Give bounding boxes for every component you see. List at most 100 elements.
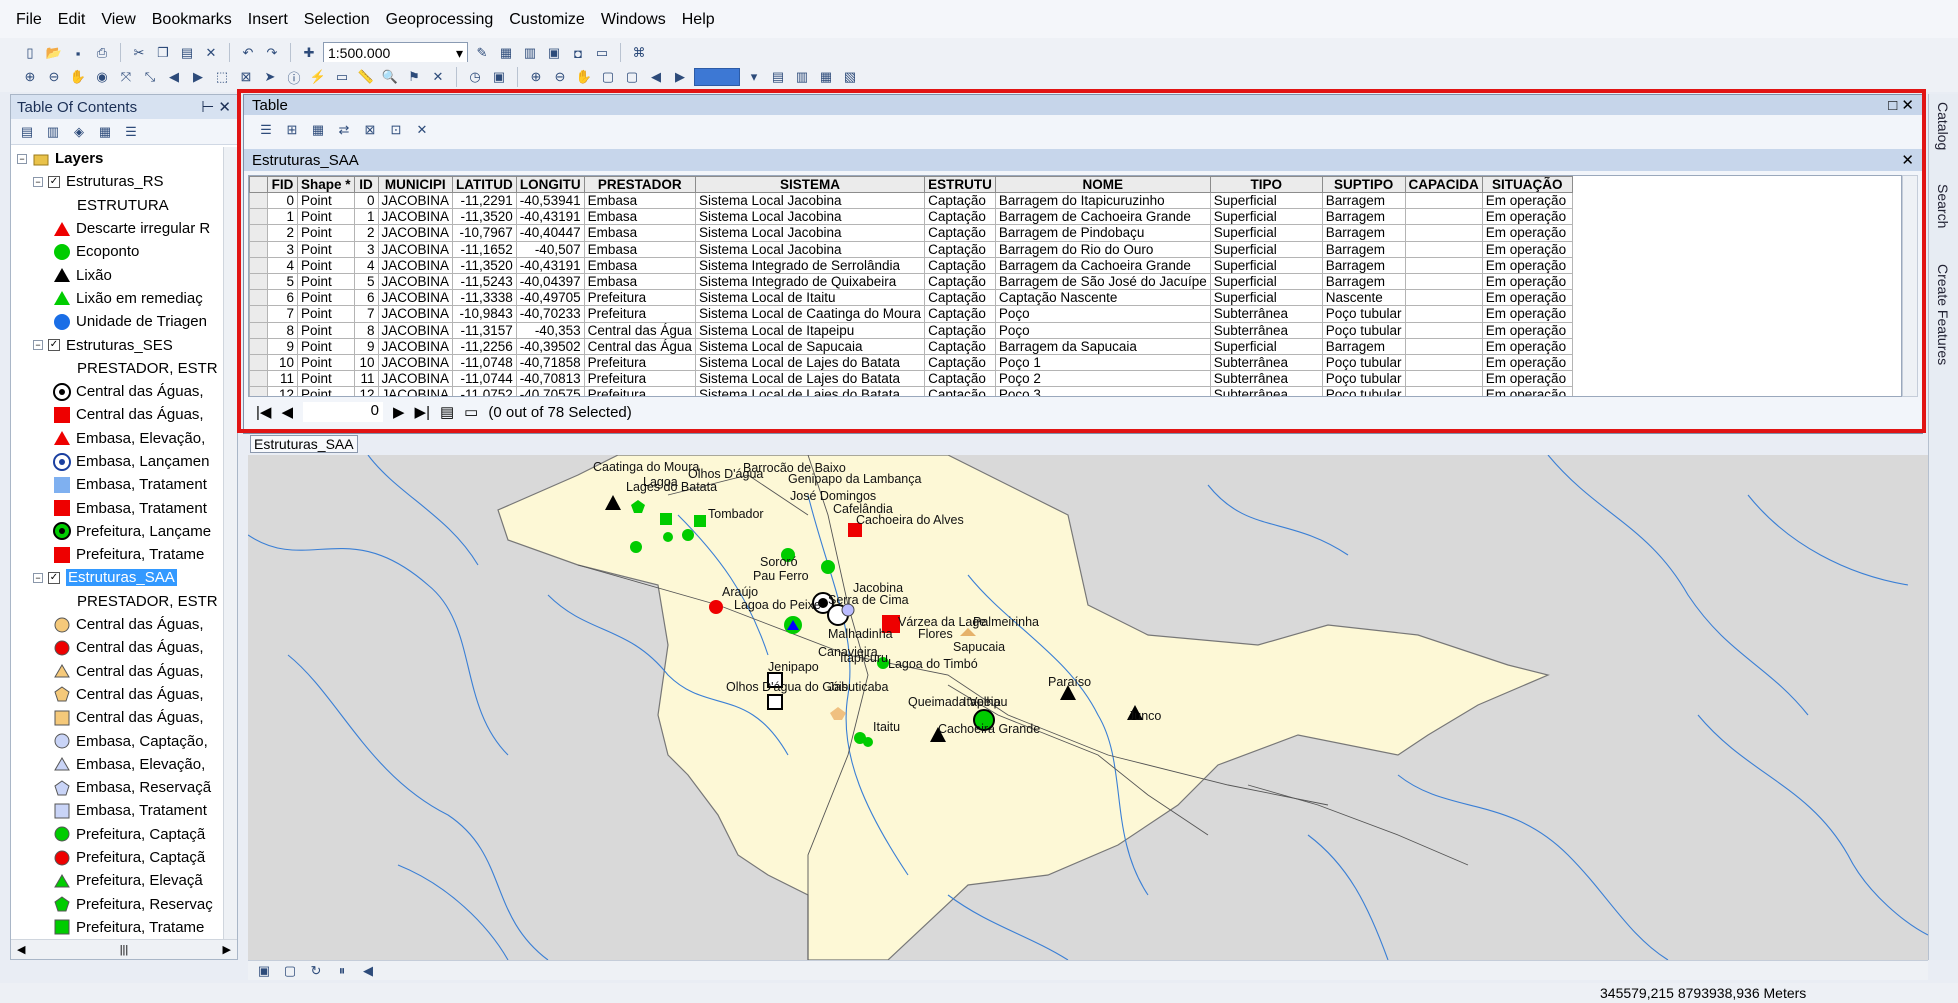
create-features-tab[interactable]: Create Features xyxy=(1935,264,1951,365)
table-cell[interactable]: Sistema Integrado de Serrolândia xyxy=(694,256,926,274)
table-cell[interactable]: 12 xyxy=(267,386,298,396)
table-cell[interactable]: 11 xyxy=(267,370,298,388)
table-cell[interactable]: Point xyxy=(297,353,355,372)
find-route-icon[interactable]: ⚑ xyxy=(404,67,424,87)
row-selector[interactable] xyxy=(249,321,268,339)
toc-vertical-scrollbar[interactable] xyxy=(223,147,237,939)
table-cell[interactable]: -11,2256 xyxy=(452,337,517,355)
menu-customize[interactable]: Customize xyxy=(509,11,585,29)
menu-help[interactable]: Help xyxy=(682,11,715,29)
table-cell[interactable]: Sistema Local de Lajes do Batata xyxy=(694,370,926,388)
table-cell[interactable]: JACOBINA xyxy=(377,321,454,339)
table-cell[interactable]: Sistema Integrado de Quixabeira xyxy=(694,272,926,291)
layout-view-icon[interactable]: ▢ xyxy=(280,961,300,981)
table-cell[interactable]: Point xyxy=(297,272,355,291)
table-cell[interactable]: Poço xyxy=(994,305,1211,323)
table-cell[interactable]: -40,353 xyxy=(515,321,585,339)
table-cell[interactable]: Sistema Local de Lajes do Batata xyxy=(694,386,926,396)
table-cell[interactable]: Point xyxy=(297,289,355,307)
layout-tool-icon[interactable]: ▣ xyxy=(489,67,509,87)
table-cell[interactable]: -40,53941 xyxy=(515,191,585,210)
table-cell[interactable]: JACOBINA xyxy=(377,386,454,396)
table-cell[interactable]: Captação xyxy=(924,305,996,323)
table-cell[interactable]: Barragem da Cachoeira Grande xyxy=(994,256,1211,274)
legend-item[interactable]: Lixão em remediaç xyxy=(11,287,223,310)
collapse-icon[interactable]: − xyxy=(33,176,43,187)
save-icon[interactable]: ▪ xyxy=(68,43,88,63)
table-row[interactable]: 10 Point 10 JACOBINA -11,0748 -40,71858 Prefei… xyxy=(249,353,1573,372)
column-header[interactable]: Shape * xyxy=(297,176,355,193)
table-row[interactable]: 6 Point 6 JACOBINA -11,3338 -40,49705 Prefeitu… xyxy=(249,289,1573,307)
table-cell[interactable]: JACOBINA xyxy=(377,240,454,258)
legend-item[interactable]: Embasa, Reservaçã xyxy=(11,776,223,799)
layout-zoom-in-icon[interactable]: ⊕ xyxy=(526,67,546,87)
table-cell[interactable]: Em operação xyxy=(1481,289,1573,307)
show-selected-records-icon[interactable]: ▭ xyxy=(464,403,478,421)
table-cell[interactable]: Prefeitura xyxy=(583,386,696,396)
pan-icon[interactable]: ✋ xyxy=(68,67,88,87)
legend-item[interactable]: Embasa, Elevação, xyxy=(11,427,223,450)
data-view-icon[interactable]: ▣ xyxy=(254,961,274,981)
collapse-icon[interactable]: − xyxy=(17,153,27,164)
print-icon[interactable]: ⎙ xyxy=(92,43,112,63)
undo-icon[interactable]: ↶ xyxy=(238,43,258,63)
table-row[interactable]: 12 Point 12 JACOBINA -11,0752 -40,70575 Prefei… xyxy=(249,386,1573,396)
table-cell[interactable]: Embasa xyxy=(583,272,696,291)
delete-selected-icon[interactable]: ✕ xyxy=(412,120,432,140)
table-cell[interactable]: Em operação xyxy=(1481,224,1573,242)
table-cell[interactable]: Sistema Local de Lajes do Batata xyxy=(694,353,926,372)
table-cell[interactable]: Barragem do Rio do Ouro xyxy=(994,240,1211,258)
table-cell[interactable]: -11,3520 xyxy=(452,256,517,274)
table-cell[interactable]: Prefeitura xyxy=(583,289,696,307)
column-header[interactable]: PRESTADOR xyxy=(583,176,696,193)
table-icon[interactable]: ▦ xyxy=(496,43,516,63)
table-cell[interactable]: -10,7967 xyxy=(452,224,517,242)
table-cell[interactable]: Embasa xyxy=(583,208,696,226)
table-cell[interactable]: 3 xyxy=(267,240,298,258)
table-cell[interactable]: -10,9843 xyxy=(452,305,517,323)
find-icon[interactable]: 🔍 xyxy=(380,67,400,87)
scroll-left-icon[interactable]: ◀ xyxy=(17,943,25,956)
zoom-whole-page-icon[interactable]: ▢ xyxy=(598,67,618,87)
table-cell[interactable]: Poço 1 xyxy=(994,353,1211,372)
table-cell[interactable]: JACOBINA xyxy=(377,191,454,210)
table-cell[interactable]: 7 xyxy=(267,305,298,323)
row-selector[interactable] xyxy=(249,240,268,258)
close-icon[interactable]: ✕ xyxy=(1901,151,1914,169)
table-cell[interactable]: Central das Água xyxy=(583,337,696,355)
catalog-icon[interactable]: ▥ xyxy=(520,43,540,63)
table-cell[interactable]: -11,3338 xyxy=(452,289,517,307)
table-cell[interactable]: -40,507 xyxy=(515,240,585,258)
menu-windows[interactable]: Windows xyxy=(601,11,666,29)
table-cell[interactable]: Em operação xyxy=(1481,337,1573,355)
maximize-icon[interactable]: □ xyxy=(1888,97,1897,114)
table-row[interactable]: 1 Point 1 JACOBINA -11,3520 -40,43191 Embasa Si… xyxy=(249,208,1573,226)
legend-item[interactable]: Central das Águas, xyxy=(11,613,223,636)
data-driven-pages-icon[interactable]: ▧ xyxy=(840,67,860,87)
scroll-right-icon[interactable]: ▶ xyxy=(223,943,231,956)
table-cell[interactable]: Captação xyxy=(924,337,996,355)
switch-selection-icon[interactable]: ⇄ xyxy=(334,120,354,140)
map-display[interactable]: Caatinga do Moura Lagoa Olhos D'água José D… xyxy=(248,455,1928,960)
table-cell[interactable]: Embasa xyxy=(583,240,696,258)
table-row[interactable]: 11 Point 11 JACOBINA -11,0744 -40,70813 Prefei… xyxy=(249,370,1573,388)
clear-selection-icon[interactable]: ⊠ xyxy=(236,67,256,87)
table-row[interactable]: 3 Point 3 JACOBINA -11,1652 -40,507 Embasa Sist… xyxy=(249,240,1573,258)
fixed-zoom-out-icon[interactable]: ⤡ xyxy=(140,67,160,87)
table-cell[interactable]: Captação xyxy=(924,321,996,339)
table-cell[interactable]: Subterrânea xyxy=(1209,321,1323,339)
column-header[interactable]: SITUAÇÃO xyxy=(1481,176,1573,193)
table-cell[interactable]: 0 xyxy=(267,191,298,210)
arctoolbox-icon[interactable]: ◘ xyxy=(568,43,588,63)
legend-item[interactable]: Central das Águas, xyxy=(11,706,223,729)
show-all-records-icon[interactable]: ▤ xyxy=(440,403,454,421)
legend-item[interactable]: Embasa, Elevação, xyxy=(11,753,223,776)
cut-icon[interactable]: ✂ xyxy=(129,43,149,63)
table-cell[interactable]: Barragem do Itapicuruzinho xyxy=(994,191,1211,210)
table-cell[interactable]: -11,0744 xyxy=(452,370,517,388)
menu-view[interactable]: View xyxy=(101,11,135,29)
column-header[interactable]: TIPO xyxy=(1209,176,1323,193)
table-row[interactable]: 0 Point 0 JACOBINA -11,2291 -40,53941 Embasa Si… xyxy=(249,191,1573,210)
first-record-icon[interactable]: |◀ xyxy=(256,403,271,421)
table-cell[interactable] xyxy=(1404,240,1483,258)
